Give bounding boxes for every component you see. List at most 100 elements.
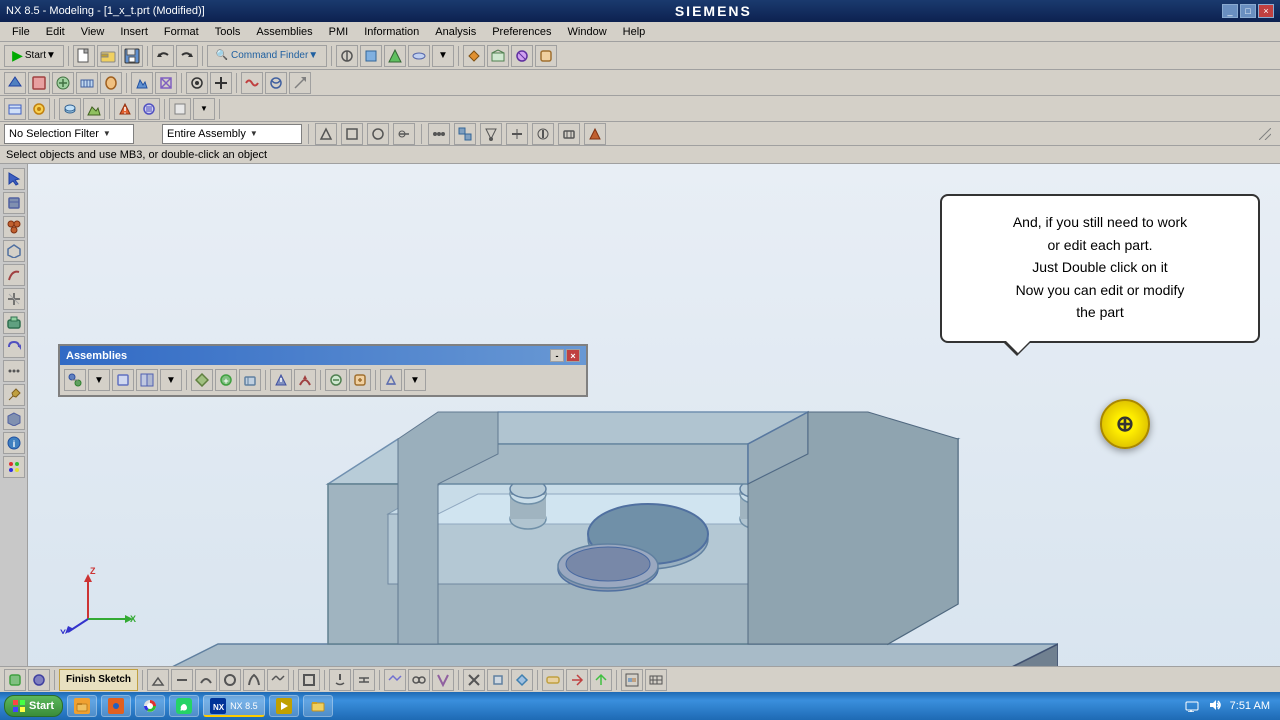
- redo-btn[interactable]: [176, 45, 198, 67]
- tb-icon-5[interactable]: [463, 45, 485, 67]
- sidebar-datum-btn[interactable]: [3, 288, 25, 310]
- close-button[interactable]: ×: [1258, 4, 1274, 18]
- tb2-icon-12[interactable]: [289, 72, 311, 94]
- btm-icon-5[interactable]: [243, 669, 265, 691]
- btm-icon-17[interactable]: [566, 669, 588, 691]
- assem-btn-10[interactable]: [294, 369, 316, 391]
- restore-button[interactable]: □: [1240, 4, 1256, 18]
- tb-icon-8[interactable]: [535, 45, 557, 67]
- scope-dropdown[interactable]: Entire Assembly ▼: [162, 124, 302, 144]
- assem-btn-14[interactable]: ▼: [404, 369, 426, 391]
- menu-help[interactable]: Help: [615, 24, 654, 40]
- tb2-icon-4[interactable]: [76, 72, 98, 94]
- tb3-icon-1[interactable]: [4, 98, 26, 120]
- btm-icon-14[interactable]: [487, 669, 509, 691]
- btm-icon-8[interactable]: [329, 669, 351, 691]
- sel-icon-7[interactable]: [480, 123, 502, 145]
- btm-icon-19[interactable]: [621, 669, 643, 691]
- sel-icon-4[interactable]: [393, 123, 415, 145]
- assem-btn-13[interactable]: [380, 369, 402, 391]
- tb2-icon-9[interactable]: [210, 72, 232, 94]
- finish-sketch-btn[interactable]: Finish Sketch: [59, 669, 138, 691]
- sidebar-sketch-btn[interactable]: [3, 264, 25, 286]
- sel-icon-11[interactable]: [584, 123, 606, 145]
- taskbar-media[interactable]: [269, 695, 299, 717]
- sel-icon-1[interactable]: [315, 123, 337, 145]
- menu-preferences[interactable]: Preferences: [484, 24, 559, 40]
- corner-resize-btn[interactable]: [1254, 127, 1276, 141]
- btm-icon-12[interactable]: [432, 669, 454, 691]
- tb3-icon-7[interactable]: [169, 98, 191, 120]
- sidebar-palette-btn[interactable]: [3, 456, 25, 478]
- assemblies-close-btn[interactable]: ×: [566, 349, 580, 362]
- menu-pmi[interactable]: PMI: [321, 24, 357, 40]
- save-btn[interactable]: [121, 45, 143, 67]
- sel-icon-6[interactable]: [454, 123, 476, 145]
- btm-icon-6[interactable]: [267, 669, 289, 691]
- tb3-icon-5[interactable]: [114, 98, 136, 120]
- new-file-btn[interactable]: [73, 45, 95, 67]
- sidebar-view-btn[interactable]: [3, 240, 25, 262]
- menu-information[interactable]: Information: [356, 24, 427, 40]
- btm-icon-13[interactable]: [463, 669, 485, 691]
- menu-insert[interactable]: Insert: [112, 24, 156, 40]
- sidebar-assembly-btn[interactable]: [3, 216, 25, 238]
- assem-btn-12[interactable]: [349, 369, 371, 391]
- sidebar-more-btn[interactable]: [3, 360, 25, 382]
- tb-icon-1[interactable]: [336, 45, 358, 67]
- tb3-arrow[interactable]: ▼: [193, 98, 215, 120]
- assem-btn-2[interactable]: ▼: [88, 369, 110, 391]
- sidebar-feature-btn[interactable]: [3, 312, 25, 334]
- sel-icon-8[interactable]: [506, 123, 528, 145]
- btm-icon-7[interactable]: [298, 669, 320, 691]
- menu-assemblies[interactable]: Assemblies: [248, 24, 320, 40]
- btm-icon-18[interactable]: [590, 669, 612, 691]
- assem-btn-4[interactable]: [136, 369, 158, 391]
- sel-icon-3[interactable]: [367, 123, 389, 145]
- assem-btn-1[interactable]: [64, 369, 86, 391]
- btm-icon-16[interactable]: [542, 669, 564, 691]
- menu-analysis[interactable]: Analysis: [427, 24, 484, 40]
- sidebar-select-btn[interactable]: [3, 168, 25, 190]
- open-file-btn[interactable]: [97, 45, 119, 67]
- tb2-icon-3[interactable]: [52, 72, 74, 94]
- btm-icon-9[interactable]: [353, 669, 375, 691]
- sel-icon-10[interactable]: [558, 123, 580, 145]
- btm-icon-20[interactable]: [645, 669, 667, 691]
- assem-btn-7[interactable]: +: [215, 369, 237, 391]
- sel-icon-2[interactable]: [341, 123, 363, 145]
- undo-btn[interactable]: [152, 45, 174, 67]
- tb3-icon-3[interactable]: [59, 98, 81, 120]
- sidebar-info-btn[interactable]: i: [3, 432, 25, 454]
- taskbar-explorer[interactable]: [67, 695, 97, 717]
- assem-btn-6[interactable]: [191, 369, 213, 391]
- start-button[interactable]: ▶ Start▼: [4, 45, 64, 67]
- sidebar-mold-btn[interactable]: [3, 408, 25, 430]
- tb2-icon-5[interactable]: [100, 72, 122, 94]
- assem-btn-11[interactable]: [325, 369, 347, 391]
- menu-tools[interactable]: Tools: [207, 24, 249, 40]
- taskbar-nx[interactable]: NX NX 8.5: [203, 695, 265, 717]
- tb2-icon-2[interactable]: [28, 72, 50, 94]
- sidebar-sync-btn[interactable]: [3, 336, 25, 358]
- tb2-icon-7[interactable]: [155, 72, 177, 94]
- taskbar-chrome[interactable]: [135, 695, 165, 717]
- assem-btn-9[interactable]: [270, 369, 292, 391]
- btm-icon-10[interactable]: [384, 669, 406, 691]
- tb2-icon-6[interactable]: [131, 72, 153, 94]
- btm-icon-3[interactable]: [195, 669, 217, 691]
- assem-btn-5[interactable]: ▼: [160, 369, 182, 391]
- selection-filter-dropdown[interactable]: No Selection Filter ▼: [4, 124, 134, 144]
- tb3-icon-6[interactable]: [138, 98, 160, 120]
- btm-icon-11[interactable]: [408, 669, 430, 691]
- btm-icon-2[interactable]: [171, 669, 193, 691]
- tb-arrow-dropdown[interactable]: ▼: [432, 45, 454, 67]
- tb-icon-4[interactable]: [408, 45, 430, 67]
- minimize-button[interactable]: _: [1222, 4, 1238, 18]
- assemblies-minimize-btn[interactable]: -: [550, 349, 564, 362]
- sel-icon-9[interactable]: [532, 123, 554, 145]
- menu-edit[interactable]: Edit: [38, 24, 73, 40]
- sel-icon-5[interactable]: [428, 123, 450, 145]
- menu-window[interactable]: Window: [560, 24, 615, 40]
- sidebar-part-btn[interactable]: [3, 192, 25, 214]
